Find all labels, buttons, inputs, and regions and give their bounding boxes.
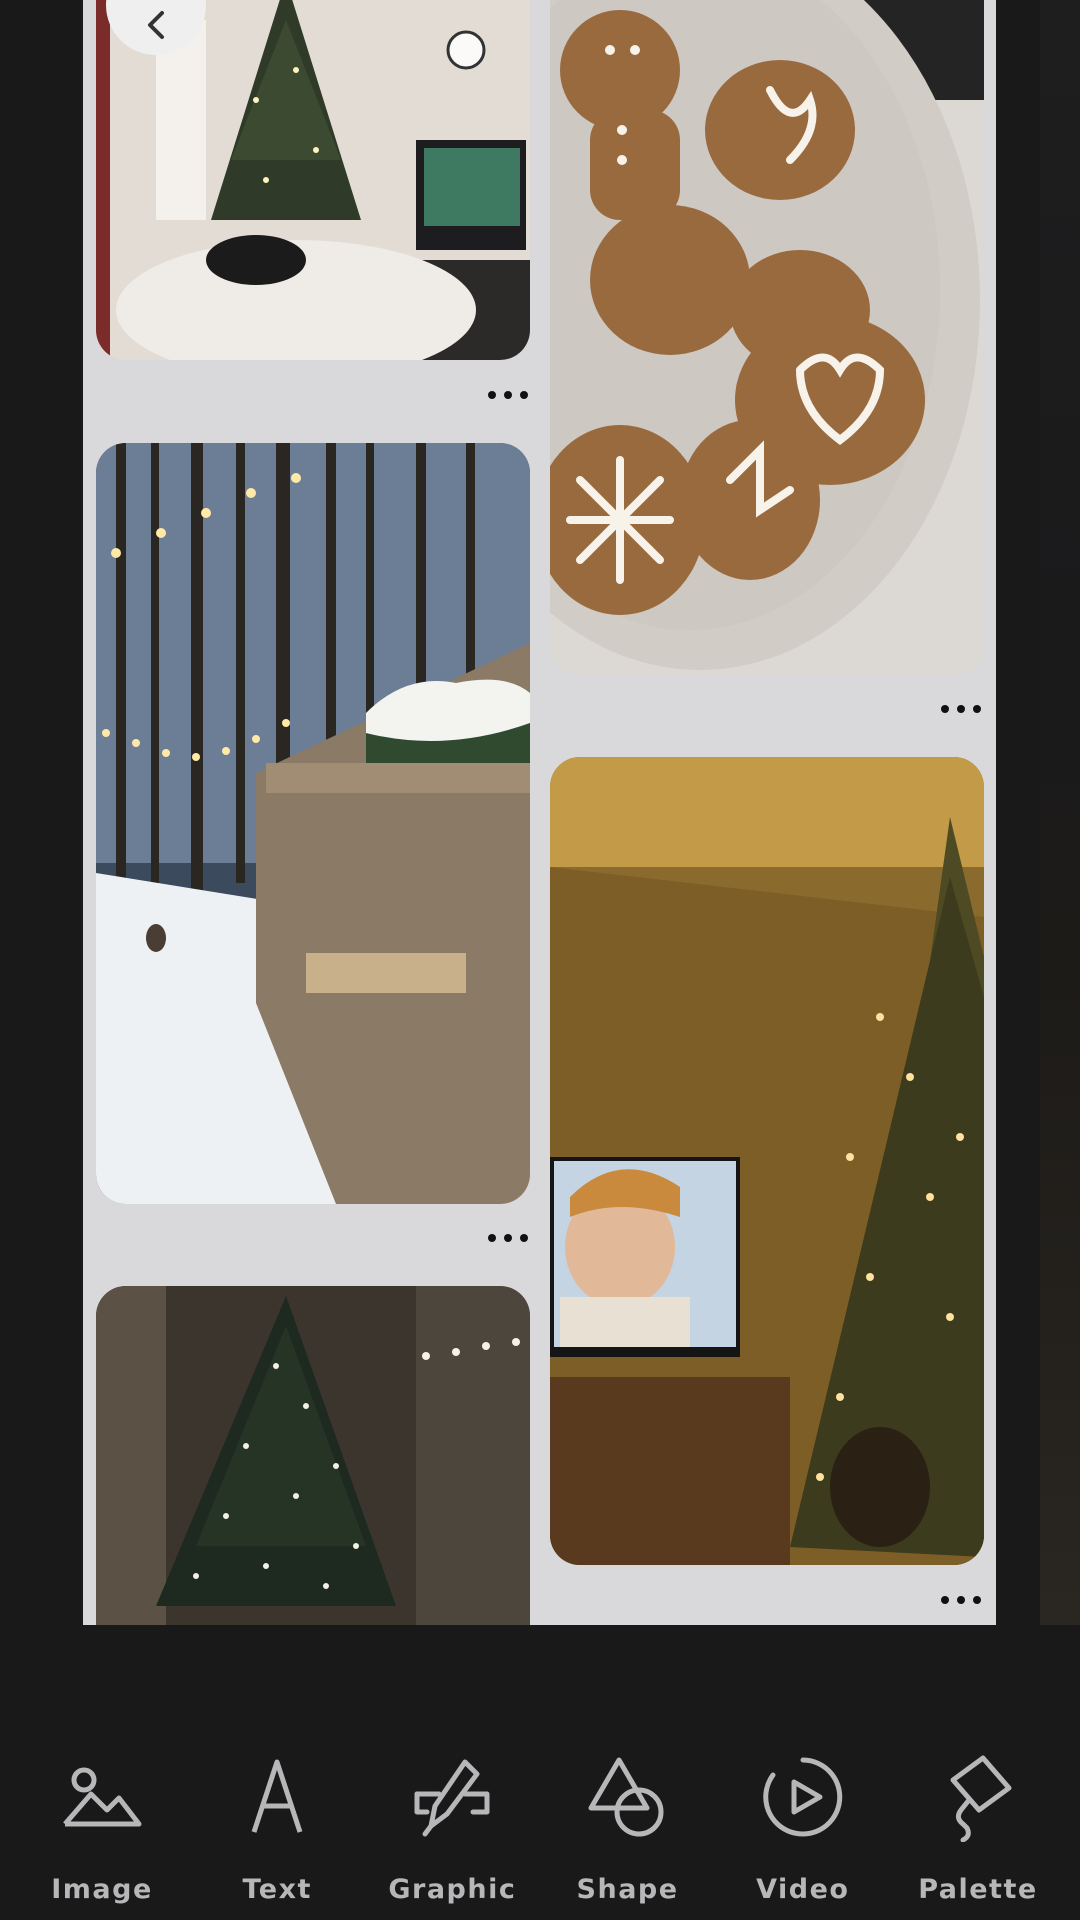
shape-icon — [588, 1757, 664, 1837]
toolbar-label: Image — [51, 1874, 153, 1905]
toolbar-item-text[interactable]: Text — [193, 1720, 361, 1920]
more-options-icon[interactable] — [488, 1228, 528, 1248]
more-options-icon[interactable] — [488, 385, 528, 405]
warm-room-tree-photo — [550, 757, 984, 1565]
bottom-toolbar: Image Text Graphic Shape Video Palette — [0, 1720, 1080, 1920]
design-canvas-page[interactable] — [83, 0, 996, 1625]
dark-christmas-tree-photo — [96, 1286, 530, 1625]
graphic-icon — [414, 1759, 490, 1837]
video-icon — [763, 1757, 842, 1837]
text-icon — [251, 1759, 303, 1833]
toolbar-item-video[interactable]: Video — [719, 1720, 887, 1920]
toolbar-item-shape[interactable]: Shape — [544, 1720, 712, 1920]
toolbar-item-image[interactable]: Image — [18, 1720, 186, 1920]
more-options-icon[interactable] — [941, 699, 981, 719]
toolbar-item-graphic[interactable]: Graphic — [368, 1720, 536, 1920]
toolbar-item-palette[interactable]: Palette — [894, 1720, 1062, 1920]
pin-image-dark-christmas-tree[interactable] — [96, 1286, 530, 1625]
toolbar-label: Shape — [576, 1874, 679, 1905]
gingerbread-cookies-photo — [550, 0, 984, 675]
snowy-forest-stall-photo — [96, 443, 530, 1204]
pin-image-snowy-forest-stall[interactable] — [96, 443, 530, 1204]
palette-icon — [950, 1755, 1012, 1842]
more-options-icon[interactable] — [941, 1590, 981, 1610]
toolbar-label: Video — [756, 1874, 850, 1905]
image-icon — [63, 1767, 142, 1827]
next-page-preview[interactable] — [1040, 0, 1080, 1625]
pin-image-gingerbread-cookies[interactable] — [550, 0, 984, 675]
toolbar-label: Text — [242, 1874, 312, 1905]
editor-screen: Image Text Graphic Shape Video Palette — [0, 0, 1080, 1920]
chevron-left-icon — [148, 11, 164, 39]
pin-image-warm-room-tree[interactable] — [550, 757, 984, 1565]
toolbar-label: Palette — [918, 1874, 1038, 1905]
toolbar-label: Graphic — [388, 1874, 517, 1905]
